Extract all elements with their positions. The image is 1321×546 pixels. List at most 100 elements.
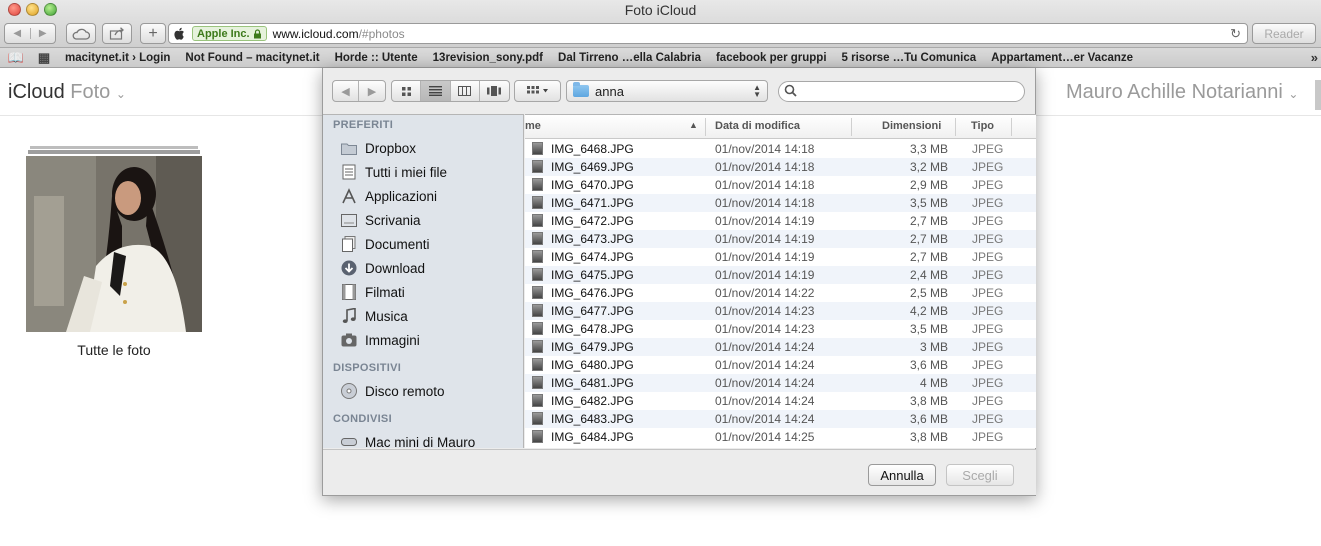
- bookmark-item[interactable]: macitynet.it › Login: [65, 52, 170, 64]
- app-name: Foto: [70, 81, 111, 103]
- file-name: IMG_6475.JPG: [551, 268, 634, 282]
- image-file-icon: [532, 358, 543, 371]
- sidebar-item-label: Immagini: [365, 332, 420, 348]
- documents-icon: [341, 236, 357, 252]
- file-row[interactable]: IMG_6472.JPG 01/nov/2014 14:19 2,7 MB JPEG: [525, 212, 1036, 230]
- sidebar-item-applications[interactable]: Applicazioni: [341, 186, 437, 206]
- file-name: IMG_6471.JPG: [551, 196, 634, 210]
- sidebar-item-download[interactable]: Download: [341, 258, 425, 278]
- image-file-icon: [532, 250, 543, 263]
- column-header-name[interactable]: me: [525, 120, 541, 132]
- icon-view-icon: [401, 86, 411, 96]
- arrange-grid-icon: [526, 86, 548, 94]
- reading-list-icon[interactable]: 📖: [7, 50, 25, 66]
- file-row[interactable]: IMG_6469.JPG 01/nov/2014 14:18 3,2 MB JPEG: [525, 158, 1036, 176]
- image-file-icon: [532, 340, 543, 353]
- sidebar-item-pictures[interactable]: Immagini: [341, 330, 420, 350]
- sidebar-item-all-files[interactable]: Tutti i miei file: [341, 162, 447, 182]
- file-row[interactable]: IMG_6483.JPG 01/nov/2014 14:24 3,6 MB JPEG: [525, 410, 1036, 428]
- file-size: 3,2 MB: [909, 160, 948, 174]
- file-row[interactable]: IMG_6474.JPG 01/nov/2014 14:19 2,7 MB JPEG: [525, 248, 1036, 266]
- icon-view-button[interactable]: [392, 81, 422, 101]
- file-row[interactable]: IMG_6477.JPG 01/nov/2014 14:23 4,2 MB JPEG: [525, 302, 1036, 320]
- dialog-search-input[interactable]: [778, 81, 1025, 102]
- cover-flow-button[interactable]: [480, 81, 509, 101]
- current-folder-name: anna: [595, 83, 624, 99]
- ev-certificate-badge[interactable]: Apple Inc.: [192, 26, 267, 41]
- list-view-button[interactable]: [421, 81, 451, 101]
- sidebar-item-mac-mini[interactable]: Mac mini di Mauro: [341, 432, 475, 448]
- dialog-forward-button[interactable]: ▶: [359, 81, 385, 101]
- sidebar-item-movies[interactable]: Filmati: [341, 282, 405, 302]
- file-size: 2,7 MB: [909, 214, 948, 228]
- choose-button[interactable]: Scegli: [946, 464, 1014, 486]
- bookmark-item[interactable]: Appartament…er Vacanze: [991, 52, 1133, 64]
- sidebar-item-desktop[interactable]: Scrivania: [341, 210, 421, 230]
- column-header-kind[interactable]: Tipo: [971, 120, 994, 132]
- file-date: 01/nov/2014 14:18: [715, 160, 815, 174]
- bookmark-item[interactable]: 13revision_sony.pdf: [433, 52, 543, 64]
- sidebar-item-label: Documenti: [365, 236, 430, 252]
- file-row[interactable]: IMG_6475.JPG 01/nov/2014 14:19 2,4 MB JPEG: [525, 266, 1036, 284]
- file-kind: JPEG: [972, 268, 1004, 282]
- top-sites-grid-icon[interactable]: ▦: [35, 50, 53, 66]
- address-bar[interactable]: Apple Inc. www.icloud.com/#photos ↻: [168, 23, 1248, 44]
- back-button[interactable]: ◀: [5, 28, 31, 39]
- arrange-button[interactable]: [514, 80, 561, 102]
- popup-arrows-icon: ▲ ▼: [753, 83, 761, 99]
- app-switcher[interactable]: iCloud Foto ⌄: [8, 81, 126, 104]
- file-kind: JPEG: [972, 214, 1004, 228]
- column-header-date[interactable]: Data di modifica: [715, 120, 800, 132]
- image-file-icon: [532, 214, 543, 227]
- sidebar-item-dropbox[interactable]: Dropbox: [341, 138, 416, 158]
- more-bookmarks-chevron-icon[interactable]: »: [1311, 50, 1318, 65]
- icloud-tabs-button[interactable]: [66, 23, 96, 44]
- file-row[interactable]: IMG_6481.JPG 01/nov/2014 14:24 4 MB JPEG: [525, 374, 1036, 392]
- reader-button[interactable]: Reader: [1252, 23, 1316, 44]
- folder-path-popup[interactable]: anna ▲ ▼: [566, 80, 768, 102]
- computer-icon: [341, 434, 357, 448]
- bookmark-item[interactable]: Not Found – macitynet.it: [185, 52, 319, 64]
- file-row[interactable]: IMG_6476.JPG 01/nov/2014 14:22 2,5 MB JPEG: [525, 284, 1036, 302]
- bookmark-item[interactable]: facebook per gruppi: [716, 52, 827, 64]
- file-kind: JPEG: [972, 178, 1004, 192]
- image-file-icon: [532, 430, 543, 443]
- reload-icon[interactable]: ↻: [1230, 26, 1241, 42]
- file-name: IMG_6480.JPG: [551, 358, 634, 372]
- file-row[interactable]: IMG_6479.JPG 01/nov/2014 14:24 3 MB JPEG: [525, 338, 1036, 356]
- file-name: IMG_6473.JPG: [551, 232, 634, 246]
- column-header-size[interactable]: Dimensioni: [882, 120, 941, 132]
- share-button[interactable]: [102, 23, 132, 44]
- file-name: IMG_6478.JPG: [551, 322, 634, 336]
- file-row[interactable]: IMG_6478.JPG 01/nov/2014 14:23 3,5 MB JPEG: [525, 320, 1036, 338]
- dialog-back-button[interactable]: ◀: [333, 81, 360, 101]
- user-menu[interactable]: Mauro Achille Notarianni ⌄: [1066, 81, 1298, 104]
- sidebar-item-label: Mac mini di Mauro: [365, 434, 476, 449]
- file-date: 01/nov/2014 14:24: [715, 412, 815, 426]
- file-row[interactable]: IMG_6470.JPG 01/nov/2014 14:18 2,9 MB JPEG: [525, 176, 1036, 194]
- bookmark-item[interactable]: Horde :: Utente: [335, 52, 418, 64]
- file-row[interactable]: IMG_6480.JPG 01/nov/2014 14:24 3,6 MB JPEG: [525, 356, 1036, 374]
- chevron-down-icon: ⌄: [1288, 87, 1299, 101]
- file-row[interactable]: IMG_6484.JPG 01/nov/2014 14:25 3,8 MB JPEG: [525, 428, 1036, 446]
- forward-button[interactable]: ▶: [31, 28, 56, 39]
- column-view-button[interactable]: [451, 81, 480, 101]
- file-row[interactable]: IMG_6482.JPG 01/nov/2014 14:24 3,8 MB JPEG: [525, 392, 1036, 410]
- sidebar-item-documents[interactable]: Documenti: [341, 234, 430, 254]
- sidebar-item-remote-disc[interactable]: Disco remoto: [341, 381, 445, 401]
- back-forward-buttons: ◀ ▶: [4, 23, 56, 44]
- file-date: 01/nov/2014 14:19: [715, 268, 815, 282]
- file-row[interactable]: IMG_6471.JPG 01/nov/2014 14:18 3,5 MB JPEG: [525, 194, 1036, 212]
- file-date: 01/nov/2014 14:19: [715, 232, 815, 246]
- ev-badge-label: Apple Inc.: [197, 27, 250, 40]
- file-row[interactable]: IMG_6468.JPG 01/nov/2014 14:18 3,3 MB JPEG: [525, 140, 1036, 158]
- bookmark-item[interactable]: Dal Tirreno …ella Calabria: [558, 52, 701, 64]
- dialog-back-forward: ◀ ▶: [332, 80, 386, 102]
- sort-ascending-icon: ▲: [689, 120, 698, 130]
- sidebar-item-music[interactable]: Musica: [341, 306, 408, 326]
- bookmark-item[interactable]: 5 risorse …Tu Comunica: [842, 52, 977, 64]
- new-tab-button[interactable]: +: [140, 23, 166, 44]
- file-row[interactable]: IMG_6473.JPG 01/nov/2014 14:19 2,7 MB JPEG: [525, 230, 1036, 248]
- image-file-icon: [532, 160, 543, 173]
- cancel-button[interactable]: Annulla: [868, 464, 936, 486]
